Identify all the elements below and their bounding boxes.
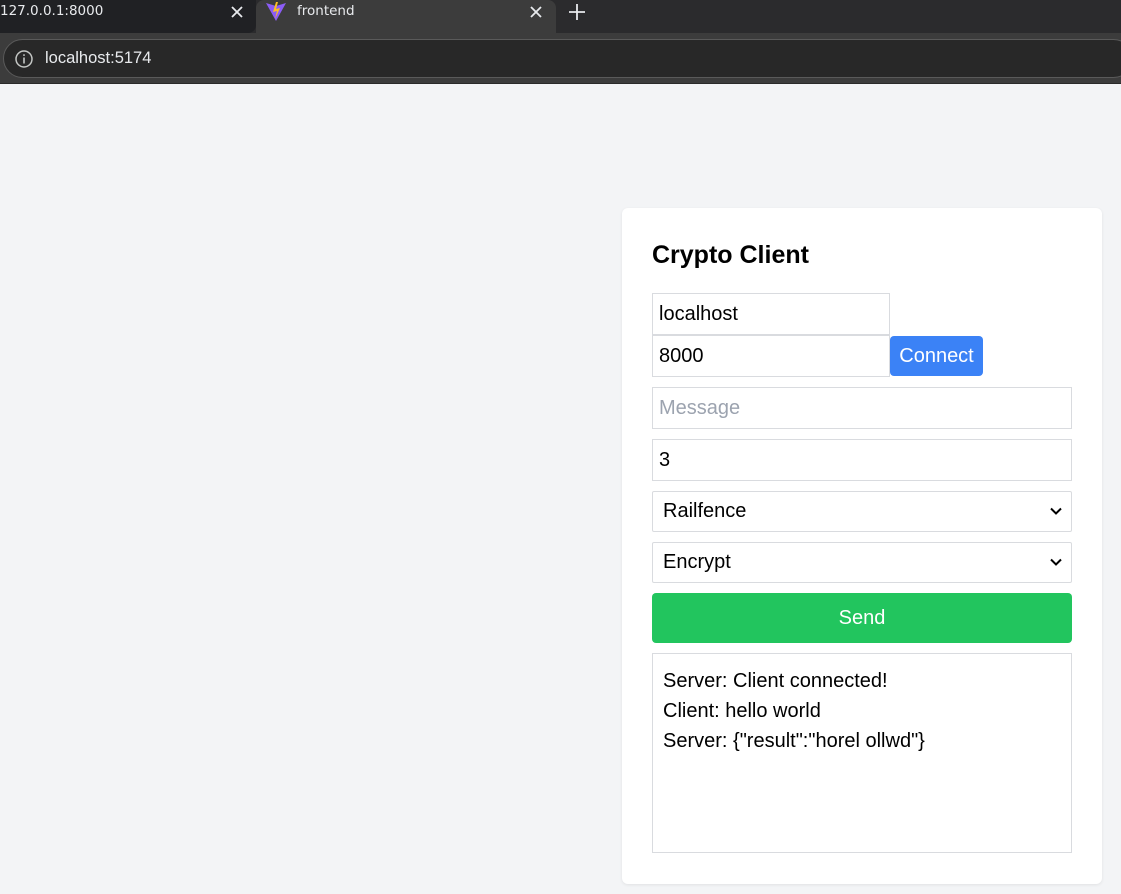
log-line: Server: Client connected! (663, 670, 888, 692)
vite-icon (266, 2, 286, 21)
mode-select[interactable]: Encrypt (652, 542, 1072, 583)
browser-toolbar: localhost:5174 (0, 33, 1121, 84)
port-input[interactable] (652, 335, 890, 377)
host-input[interactable] (652, 293, 890, 335)
connect-button[interactable]: Connect (890, 336, 983, 376)
tab-127-0-0-1[interactable]: 127.0.0.1:8000 (0, 0, 256, 33)
new-tab-plus-icon[interactable] (566, 1, 588, 23)
send-button[interactable]: Send (652, 593, 1072, 643)
message-log[interactable]: Server: Client connected! Client: hello … (652, 653, 1072, 853)
message-input[interactable] (652, 387, 1072, 429)
close-icon[interactable] (526, 2, 546, 22)
cipher-select[interactable]: Railfence (652, 491, 1072, 532)
log-line: Server: {"result":"horel ollwd"} (663, 730, 925, 752)
mode-selected-value: Encrypt (663, 551, 731, 573)
tab-frontend[interactable]: frontend (256, 0, 556, 33)
chevron-down-icon (1050, 558, 1062, 566)
info-icon[interactable] (14, 49, 34, 69)
page-title: Crypto Client (652, 241, 809, 269)
browser-tab-strip: 127.0.0.1:8000 frontend (0, 0, 1121, 33)
tab-title: frontend (297, 3, 355, 19)
tab-title: 127.0.0.1:8000 (0, 3, 104, 19)
url-text: localhost:5174 (45, 49, 152, 67)
key-input[interactable] (652, 439, 1072, 481)
chevron-down-icon (1050, 507, 1062, 515)
crypto-client-card: Crypto Client Connect Railfence Encrypt … (622, 208, 1102, 884)
log-line: Client: hello world (663, 700, 821, 722)
address-bar[interactable]: localhost:5174 (3, 39, 1121, 78)
close-icon[interactable] (227, 2, 247, 22)
cipher-selected-value: Railfence (663, 500, 747, 522)
